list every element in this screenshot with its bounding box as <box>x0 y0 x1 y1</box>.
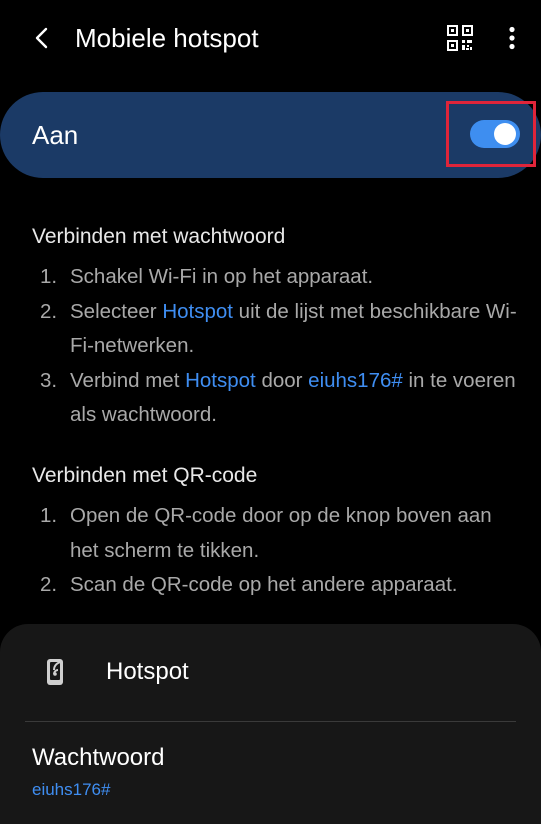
list-item: 1. Open de QR-code door op de knop boven… <box>32 499 522 568</box>
section-title-password: Verbinden met wachtwoord <box>32 225 286 248</box>
step-text-part: door <box>255 368 309 392</box>
qr-instructions: Verbinden met QR-code 1. Open de QR-code… <box>32 461 522 603</box>
qr-steps: 1. Open de QR-code door op de knop boven… <box>32 499 522 603</box>
step-number: 1. <box>40 265 58 288</box>
step-text: Scan de QR-code op het andere apparaat. <box>70 573 458 596</box>
hotspot-name-row[interactable]: Hotspot <box>0 624 541 720</box>
step-number: 2. <box>40 299 58 323</box>
list-item: 2. Selecteer Hotspot uit de lijst met be… <box>32 295 522 364</box>
hotspot-name: Hotspot <box>106 658 189 685</box>
back-button[interactable] <box>22 18 62 58</box>
divider <box>25 721 516 722</box>
hotspot-link[interactable]: Hotspot <box>162 300 233 323</box>
hotspot-device-icon <box>47 659 63 685</box>
step-number: 3. <box>40 368 58 392</box>
step-text: Open de QR-code door op de knop boven aa… <box>70 504 492 562</box>
qr-code-icon <box>447 25 473 51</box>
step-number: 1. <box>40 504 58 527</box>
step-text: Verbind met Hotspot door eiuhs176# in te… <box>70 364 522 433</box>
hotspot-settings-card: Hotspot Wachtwoord eiuhs176# <box>0 624 541 824</box>
top-app-bar: Mobiele hotspot <box>0 0 541 76</box>
step-text: Schakel Wi-Fi in op het apparaat. <box>70 265 374 288</box>
section-title-qr: Verbinden met QR-code <box>32 464 258 487</box>
password-value: eiuhs176# <box>32 780 111 799</box>
page-title: Mobiele hotspot <box>75 23 259 53</box>
list-item: 2. Scan de QR-code op het andere apparaa… <box>32 568 522 603</box>
hotspot-toggle[interactable] <box>470 120 520 148</box>
password-label: Wachtwoord <box>32 744 165 771</box>
hotspot-link[interactable]: Hotspot <box>185 369 256 392</box>
more-options-button[interactable] <box>494 18 530 58</box>
list-item: 1. Schakel Wi-Fi in op het apparaat. <box>32 260 522 295</box>
password-instructions: Verbinden met wachtwoord 1. Schakel Wi-F… <box>32 222 522 433</box>
step-text-part: Selecteer <box>70 299 163 323</box>
master-switch-bar[interactable]: Aan <box>0 92 541 178</box>
chevron-left-icon <box>35 27 48 49</box>
step-number: 2. <box>40 573 58 596</box>
step-text: Selecteer Hotspot uit de lijst met besch… <box>70 295 522 364</box>
password-link[interactable]: eiuhs176# <box>308 369 403 392</box>
toggle-knob <box>494 123 516 145</box>
step-text-part: Verbind met <box>70 368 186 392</box>
password-steps: 1. Schakel Wi-Fi in op het apparaat. 2. … <box>32 260 522 433</box>
more-vertical-icon <box>509 26 515 50</box>
qr-code-button[interactable] <box>440 18 480 58</box>
password-row[interactable]: Wachtwoord eiuhs176# <box>0 734 541 814</box>
list-item: 3. Verbind met Hotspot door eiuhs176# in… <box>32 364 522 433</box>
master-switch-label: Aan <box>32 120 79 150</box>
